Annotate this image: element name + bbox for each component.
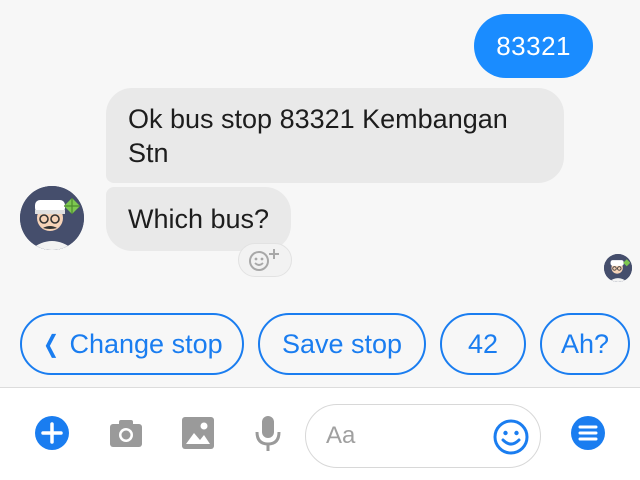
chevron-left-icon: ❮ [43,330,60,358]
quick-reply-label: Change stop [69,328,223,359]
message-input[interactable] [326,419,486,453]
gallery-button[interactable] [178,413,218,453]
seen-avatar-image [604,254,632,282]
quick-reply-bus-42[interactable]: 42 [440,313,526,375]
bot-avatar[interactable] [20,186,84,250]
add-reaction-button[interactable] [238,243,292,277]
camera-button[interactable] [106,413,146,453]
composer-bar [0,389,640,480]
menu-icon [571,416,605,450]
camera-icon [110,420,142,447]
bot-avatar-image [20,186,84,250]
quick-reply-label: Ah? [560,328,610,359]
bot-menu-button[interactable] [568,413,608,453]
quick-reply-change-stop[interactable]: ❮ Change stop [20,313,244,375]
quick-reply-label: Save stop [281,328,403,359]
conversation-area: 83321 Ok bus stop 83321 Kembangan Stn Wh… [0,0,640,300]
quick-reply-ah[interactable]: Ah? [540,313,630,375]
more-actions-button[interactable] [32,413,72,453]
microphone-icon [255,416,281,451]
quick-reply-save-stop[interactable]: Save stop [258,313,426,375]
voice-button[interactable] [248,413,288,453]
quick-replies: ❮ Change stop Save stop 42 Ah? [0,300,640,388]
seen-avatar [604,254,632,282]
outgoing-message-text: 83321 [496,31,571,61]
emoji-button[interactable] [492,418,530,456]
incoming-message[interactable]: Which bus? [106,187,292,251]
incoming-message-text: Ok bus stop 83321 Kembangan Stn [128,104,508,168]
image-icon [182,417,214,449]
message-input-container[interactable] [305,404,541,468]
outgoing-message[interactable]: 83321 [474,14,593,78]
incoming-message-text: Which bus? [128,204,270,234]
plus-icon [35,416,69,450]
quick-reply-label: 42 [467,328,499,359]
emoji-icon [493,419,529,455]
add-reaction-icon [249,249,279,271]
incoming-message[interactable]: Ok bus stop 83321 Kembangan Stn [106,88,564,183]
